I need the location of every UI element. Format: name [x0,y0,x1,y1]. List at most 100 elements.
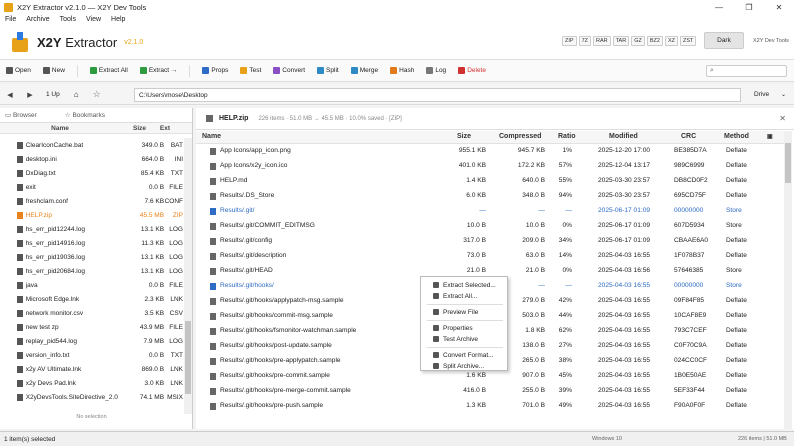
file-row[interactable]: exit 0.0 B FILE [0,180,183,194]
menu-help[interactable]: Help [111,16,125,23]
path-input[interactable]: C:\Users\mose\Desktop [134,88,741,102]
file-row[interactable]: hs_err_pid20684.log 13.1 KB LOG [0,264,183,278]
test-button[interactable]: Test [240,67,261,74]
file-row[interactable]: ClearIconCache.bat 349.0 B BAT [0,138,183,152]
file-icon [17,267,23,275]
column-modified[interactable]: Modified [609,133,638,140]
maximize-button[interactable]: ❐ [734,0,764,14]
convert-button[interactable]: Convert [273,67,305,74]
column-method[interactable]: Method [724,133,749,140]
column-size[interactable]: Size [120,125,146,132]
file-row[interactable]: network monitor.csv 3.5 KB CSV [0,306,183,320]
archive-row[interactable]: App Icons/x2y_icon.ico 401.0 KB 172.2 KB 57… [196,159,784,174]
extract-to-icon [139,67,147,74]
chevron-down-icon[interactable]: ⌄ [781,91,786,98]
file-name: ClearIconCache.bat [25,141,84,149]
bookmark-star-icon[interactable]: ☆ [93,89,101,100]
file-ext: LOG [169,337,183,345]
up-button[interactable]: 1 Up [46,91,60,98]
back-button[interactable]: ◀ [0,91,20,99]
file-row[interactable]: DxDiag.txt 85.4 KB TXT [0,166,183,180]
menu-file[interactable]: File [5,16,16,23]
archive-row[interactable]: Results/.git/config 317.0 B 209.0 B 34% 2025… [196,234,784,249]
menu-item-extract-selected[interactable]: Extract Selected... [421,280,509,290]
folder-row[interactable]: Results/.git/ — — — 2025-06-17 01:09 00000000… [196,204,784,219]
file-size: 349.0 B [141,141,165,149]
info-icon [433,325,439,331]
menu-item-properties[interactable]: Properties [421,323,509,333]
menu-item-convert[interactable]: Convert Format... [421,350,509,360]
home-icon[interactable]: ⌂ [74,90,79,99]
column-ext[interactable]: Ext [146,125,170,132]
open-button[interactable]: Open [6,67,31,74]
merge-button[interactable]: Merge [350,67,378,74]
forward-button[interactable]: ▶ [20,91,40,99]
scrollbar-thumb[interactable] [785,143,791,183]
close-archive-icon[interactable]: ✕ [779,114,786,123]
log-button[interactable]: Log [426,67,446,74]
menu-tools[interactable]: Tools [60,16,76,23]
file-row[interactable]: HELP.zip 45.5 MB ZIP [0,208,183,222]
file-icon [210,178,216,185]
archive-row[interactable]: Results/.git/COMMIT_EDITMSG 10.0 B 10.0 B 0… [196,219,784,234]
file-row[interactable]: desktop.ini 664.0 B INI [0,152,183,166]
column-compressed[interactable]: Compressed [499,133,541,140]
archive-row[interactable]: App Icons/app_icon.png 955.1 KB 945.7 KB 1%… [196,144,784,159]
props-button[interactable]: Props [202,67,228,74]
column-name[interactable]: Name [0,125,120,132]
menu-view[interactable]: View [86,16,101,23]
file-row[interactable]: new test zp 43.9 MB FILE [0,320,183,334]
minimize-button[interactable]: — [704,0,734,14]
scrollbar-thumb[interactable] [185,321,191,394]
dark-mode-button[interactable]: Dark [704,32,744,49]
menu-item-test[interactable]: Test Archive [421,334,509,344]
archive-row[interactable]: Results/.git/hooks/pre-merge-commit.samp… [196,384,784,399]
file-size: 11.3 KB [141,239,165,247]
file-row[interactable]: version_info.txt 0.0 B TXT [0,348,183,362]
tab-browser[interactable]: ▭ Browser [5,111,51,119]
archive-row[interactable]: Results/.git/description 73.0 B 63.0 B 14% 2… [196,249,784,264]
archive-row[interactable]: HELP.md 1.4 KB 640.0 B 55% 2025-03-30 23:57 D… [196,174,784,189]
close-button[interactable]: ✕ [764,0,794,14]
file-row[interactable]: hs_err_pid19036.log 13.1 KB LOG [0,250,183,264]
file-row[interactable]: replay_pid544.log 7.9 MB LOG [0,334,183,348]
hash-button[interactable]: Hash [390,67,414,74]
file-row[interactable]: X2yDevsTools.SiteDirective_2.0. 74.1 MB MS… [0,390,183,404]
archive-row[interactable]: Results/.git/hooks/pre-commit.sample 1.6 … [196,369,784,384]
menu-item-preview[interactable]: Preview File [421,307,509,317]
file-icon [210,358,216,365]
extract-all-button[interactable]: Extract All [89,67,128,74]
menu-item-split[interactable]: Split Archive... [421,361,509,371]
file-row[interactable]: hs_err_pid14916.log 11.3 KB LOG [0,236,183,250]
extract-to-button[interactable]: Extract → [139,67,177,74]
column-size[interactable]: Size [457,133,471,140]
new-button[interactable]: New [42,67,65,74]
archive-row[interactable]: Results/.DS_Store 6.0 KB 348.0 B 94% 2025-03… [196,189,784,204]
file-ext: LNK [170,365,183,373]
file-row[interactable]: Microsoft Edge.lnk 2.3 KB LNK [0,292,183,306]
file-row[interactable]: x2y AV Ultimate.lnk 869.0 B LNK [0,362,183,376]
cell-compressed: — [538,207,545,214]
split-button[interactable]: Split [317,67,339,74]
drive-dropdown[interactable]: Drive [754,91,769,98]
tab-bookmarks[interactable]: ☆ Bookmarks [65,111,119,119]
archive-scrollbar[interactable] [784,131,792,429]
menu-archive[interactable]: Archive [26,16,49,23]
search-input[interactable]: ⌕ [706,65,787,77]
archive-row[interactable]: Results/.git/hooks/pre-push.sample 1.3 KB… [196,399,784,414]
menu-item-extract-all[interactable]: Extract All... [421,291,509,301]
browser-scrollbar[interactable] [184,138,192,414]
cell-modified: 2025-04-03 16:55 [598,312,651,319]
column-ratio[interactable]: Ratio [558,133,576,140]
extract-icon [89,67,97,74]
file-row[interactable]: freshclam.conf 7.6 KB CONF [0,194,183,208]
column-crc[interactable]: CRC [681,133,696,140]
cell-modified: 2025-04-03 16:55 [598,402,651,409]
app-name: X2Y Extractor [37,34,118,50]
delete-button[interactable]: Delete [458,67,486,74]
file-row[interactable]: hs_err_pid12244.log 13.1 KB LOG [0,222,183,236]
file-size: 0.0 B [148,183,165,191]
file-row[interactable]: x2y Devs Pad.lnk 3.0 KB LNK [0,376,183,390]
column-name[interactable]: Name [202,133,221,140]
file-row[interactable]: java 0.0 B FILE [0,278,183,292]
